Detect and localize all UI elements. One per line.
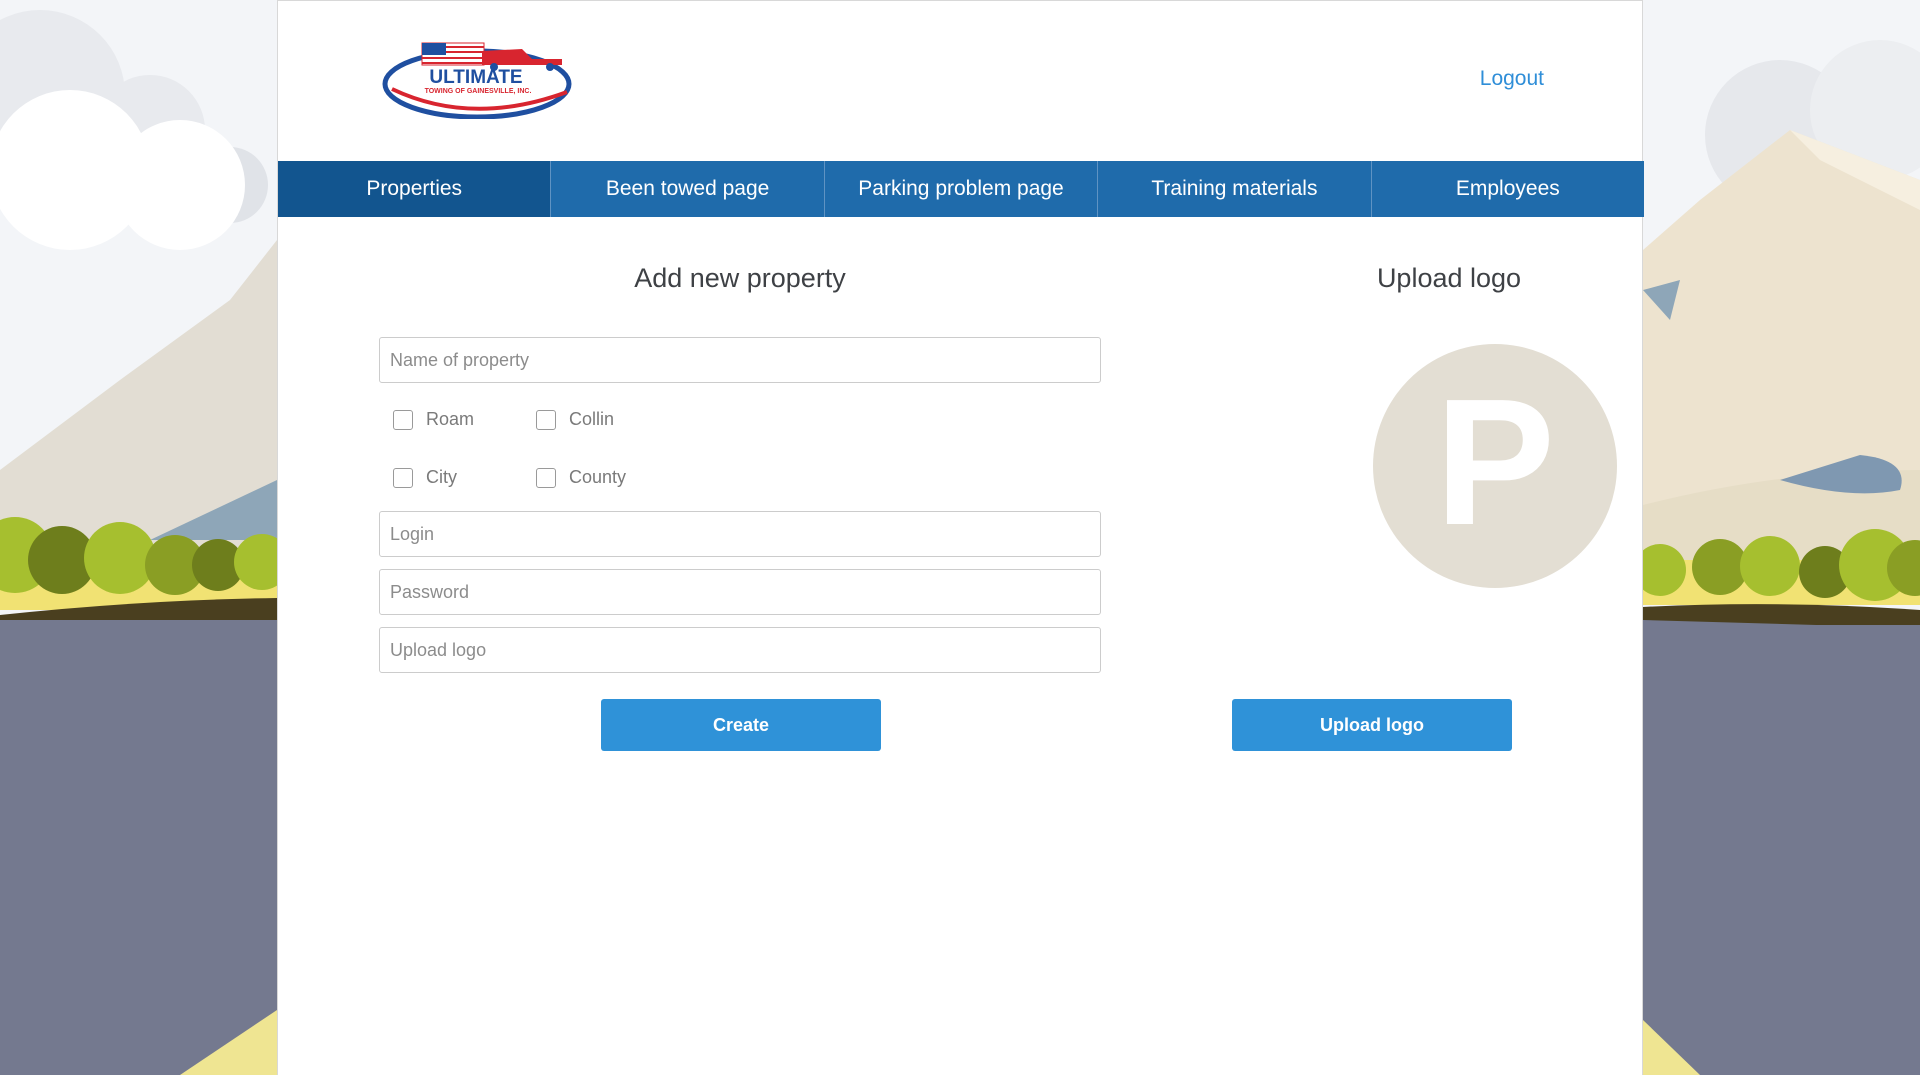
logout-link[interactable]: Logout — [1480, 67, 1544, 91]
tab-training-materials[interactable]: Training materials — [1098, 161, 1372, 217]
upload-logo-title: Upload logo — [1376, 263, 1522, 293]
logo-preview: P — [1373, 344, 1617, 588]
tab-parking-problem[interactable]: Parking problem page — [825, 161, 1099, 217]
main-panel: ULTIMATE TOWING OF GAINESVILLE, INC. Log… — [277, 0, 1644, 1075]
tab-properties[interactable]: Properties — [278, 161, 552, 217]
form-title: Add new property — [634, 263, 846, 293]
checkbox-box[interactable] — [536, 409, 556, 430]
tab-employees[interactable]: Employees — [1372, 161, 1644, 217]
tab-been-towed[interactable]: Been towed page — [551, 161, 825, 217]
checkbox-label: City — [426, 467, 457, 487]
checkbox-city[interactable]: City — [393, 467, 457, 488]
checkbox-box[interactable] — [536, 467, 556, 488]
parking-p-icon: P — [1434, 362, 1556, 563]
svg-text:ULTIMATE: ULTIMATE — [429, 67, 522, 88]
property-name-input[interactable] — [379, 337, 1101, 383]
checkbox-label: County — [569, 467, 627, 487]
create-button[interactable]: Create — [601, 699, 881, 751]
company-logo: ULTIMATE TOWING OF GAINESVILLE, INC. — [382, 42, 572, 119]
checkbox-box[interactable] — [393, 409, 413, 430]
checkbox-collin[interactable]: Collin — [536, 409, 614, 430]
login-input[interactable] — [379, 511, 1101, 557]
checkbox-county[interactable]: County — [536, 467, 626, 488]
upload-logo-button[interactable]: Upload logo — [1232, 699, 1512, 751]
checkbox-label: Collin — [569, 409, 615, 429]
checkbox-roam[interactable]: Roam — [393, 409, 474, 430]
password-input[interactable] — [379, 569, 1101, 615]
header: ULTIMATE TOWING OF GAINESVILLE, INC. Log… — [278, 1, 1644, 161]
main-nav: Properties Been towed page Parking probl… — [278, 161, 1644, 217]
svg-text:TOWING OF GAINESVILLE, INC.: TOWING OF GAINESVILLE, INC. — [425, 88, 532, 95]
upload-logo-input[interactable] — [379, 627, 1101, 673]
checkbox-label: Roam — [426, 409, 475, 429]
checkbox-box[interactable] — [393, 467, 413, 488]
